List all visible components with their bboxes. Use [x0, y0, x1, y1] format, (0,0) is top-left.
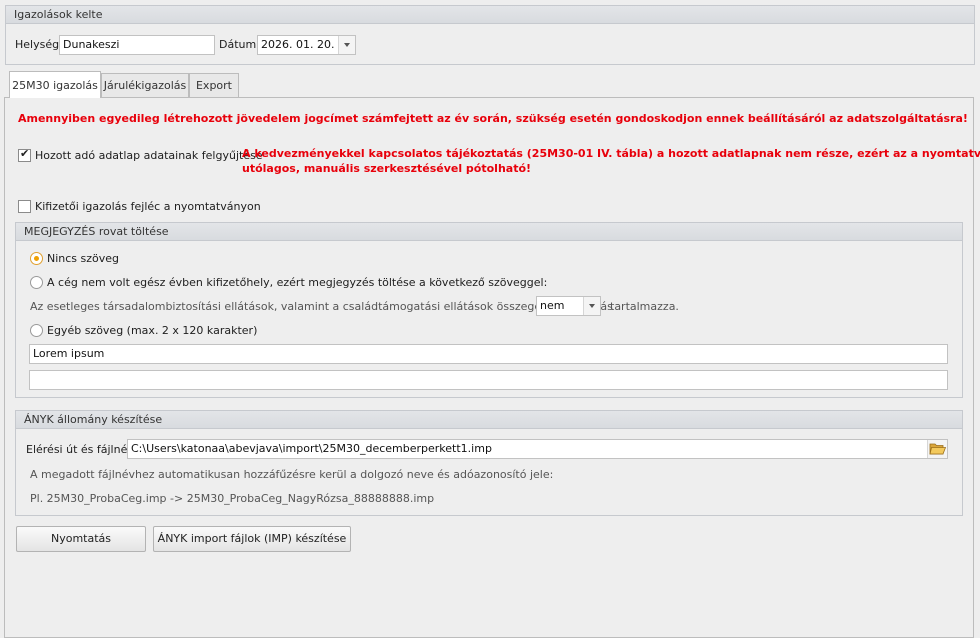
- path-value: C:\Users\katonaa\abevjava\import\25M30_d…: [131, 442, 492, 455]
- anyk-import-button[interactable]: ÁNYK import fájlok (IMP) készítése: [153, 526, 351, 552]
- payer-header-checkbox[interactable]: [18, 200, 31, 213]
- date-value: 2026. 01. 20.: [261, 38, 335, 51]
- include-combo[interactable]: nem: [536, 296, 601, 316]
- tab-label: Járulékigazolás: [103, 79, 187, 92]
- company-sentence-before: Az esetleges társadalombiztosítási ellát…: [30, 300, 613, 313]
- anyk-group: ÁNYK állomány készítése Elérési út és fá…: [15, 410, 963, 516]
- path-input[interactable]: C:\Users\katonaa\abevjava\import\25M30_d…: [127, 439, 948, 459]
- company-sentence-after: tartalmazza.: [610, 300, 679, 313]
- radio-other-text-label: Egyéb szöveg (max. 2 x 120 karakter): [47, 324, 258, 337]
- anyk-example-line: Pl. 25M30_ProbaCeg.imp -> 25M30_ProbaCeg…: [30, 492, 435, 505]
- issue-date-group: Igazolások kelte Helység Dunakeszi Dátum…: [5, 5, 975, 65]
- anyk-info-line: A megadott fájlnévhez automatikusan hozz…: [30, 468, 554, 481]
- chevron-down-icon: [344, 43, 350, 47]
- path-label: Elérési út és fájlnév: [26, 443, 134, 456]
- radio-no-text[interactable]: [30, 252, 43, 265]
- date-picker[interactable]: 2026. 01. 20.: [257, 35, 356, 55]
- remark-text-line1[interactable]: Lorem ipsum: [29, 344, 948, 364]
- place-label: Helység: [15, 38, 60, 51]
- tab-label: 25M30 igazolás: [12, 79, 98, 92]
- collect-checkbox-label: Hozott adó adatlap adatainak felgyűjtése: [35, 149, 263, 162]
- warning-collect-line1: A kedvezményekkel kapcsolatos tájékoztat…: [242, 147, 980, 160]
- include-combo-button[interactable]: [583, 297, 600, 315]
- tab-export[interactable]: Export: [189, 73, 239, 97]
- anyk-group-title: ÁNYK állomány készítése: [16, 411, 962, 429]
- remark-group: MEGJEGYZÉS rovat töltése Nincs szöveg A …: [15, 222, 963, 398]
- payer-header-label: Kifizetői igazolás fejléc a nyomtatványo…: [35, 200, 261, 213]
- radio-no-text-label: Nincs szöveg: [47, 252, 120, 265]
- warning-collect-line2: utólagos, manuális szerkesztésével pótol…: [242, 162, 532, 175]
- browse-button[interactable]: [927, 440, 947, 458]
- tab-contribution[interactable]: Járulékigazolás: [101, 73, 189, 97]
- tab-label: Export: [195, 79, 232, 92]
- place-input[interactable]: Dunakeszi: [59, 35, 215, 55]
- remark-text-line2[interactable]: [29, 370, 948, 390]
- tab-page-25m30: Amennyiben egyedileg létrehozott jövedel…: [4, 97, 980, 638]
- warning-main: Amennyiben egyedileg létrehozott jövedel…: [18, 112, 968, 125]
- include-combo-value: nem: [540, 299, 565, 312]
- tab-25m30[interactable]: 25M30 igazolás: [9, 71, 101, 98]
- print-button[interactable]: Nyomtatás: [16, 526, 146, 552]
- date-dropdown-button[interactable]: [338, 36, 355, 54]
- chevron-down-icon: [589, 304, 595, 308]
- remark-group-title: MEGJEGYZÉS rovat töltése: [16, 223, 962, 241]
- folder-open-icon: [929, 443, 947, 455]
- radio-company-text[interactable]: [30, 276, 43, 289]
- date-label: Dátum: [219, 38, 257, 51]
- radio-company-text-label: A cég nem volt egész évben kifizetőhely,…: [47, 276, 548, 289]
- radio-other-text[interactable]: [30, 324, 43, 337]
- collect-checkbox[interactable]: [18, 147, 31, 162]
- issue-date-group-title: Igazolások kelte: [6, 6, 974, 24]
